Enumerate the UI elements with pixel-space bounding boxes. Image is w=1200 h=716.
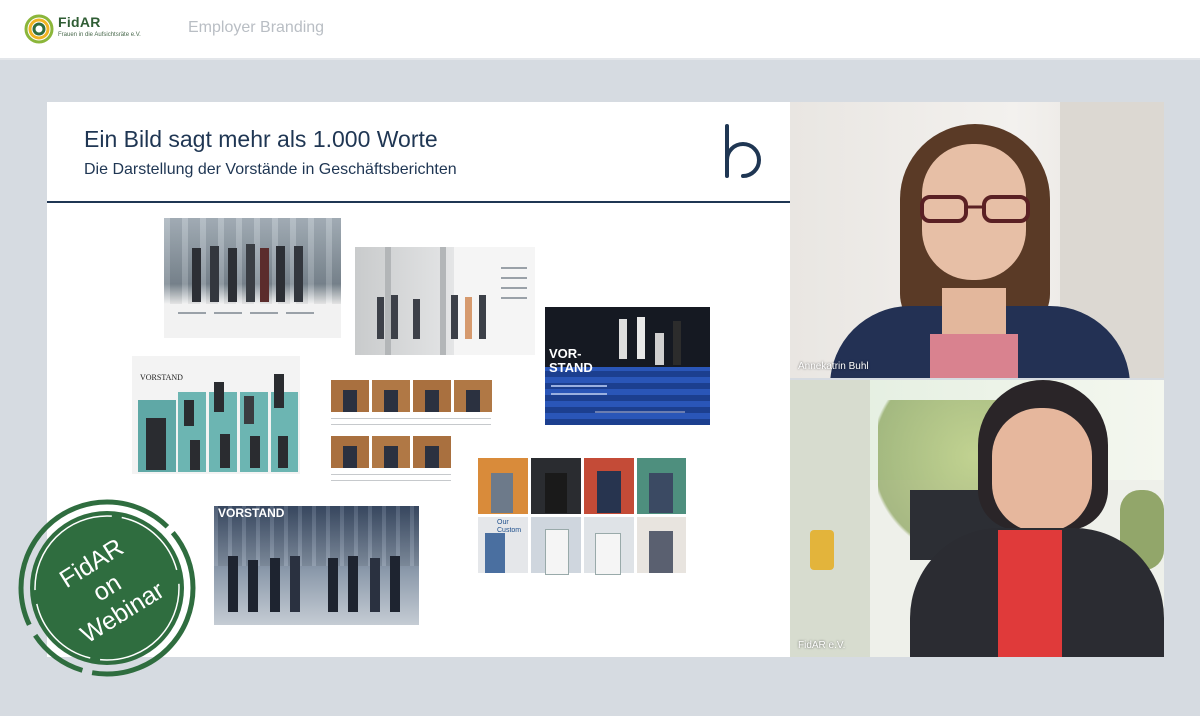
slide-divider bbox=[47, 201, 790, 203]
letter-b-logo-icon bbox=[725, 124, 762, 178]
report-thumbnail-2 bbox=[355, 247, 535, 355]
participant-video-2[interactable]: FidAR e.V. bbox=[790, 380, 1164, 657]
fidar-logo[interactable]: FidAR Frauen in die Aufsichtsräte e.V. bbox=[20, 10, 141, 48]
fidar-logo-icon bbox=[24, 14, 54, 44]
report-3-heading: VORSTAND bbox=[140, 373, 183, 382]
glasses-icon bbox=[920, 195, 1030, 223]
report-4-heading: VOR- STAND bbox=[549, 346, 593, 375]
report-7-heading: VORSTAND bbox=[218, 506, 285, 520]
logo-name: FidAR bbox=[58, 14, 101, 30]
slide-title: Ein Bild sagt mehr als 1.000 Worte bbox=[84, 126, 438, 152]
report-thumbnail-3: VORSTAND bbox=[132, 356, 300, 474]
logo-tagline: Frauen in die Aufsichtsräte e.V. bbox=[58, 32, 141, 38]
slide-subtitle: Die Darstellung der Vorstände in Geschäf… bbox=[84, 161, 457, 178]
participant-2-face bbox=[992, 408, 1092, 532]
report-thumbnail-7: VORSTAND bbox=[214, 506, 419, 625]
participant-2-name: FidAR e.V. bbox=[798, 640, 846, 651]
report-thumbnail-6: Our Custom bbox=[477, 457, 687, 575]
report-thumbnail-5 bbox=[329, 378, 496, 492]
report-thumbnail-1 bbox=[164, 218, 341, 338]
report-thumbnail-4: VOR- STAND bbox=[545, 307, 710, 425]
participant-video-1[interactable]: Annekatrin Buhl bbox=[790, 102, 1164, 378]
participant-1-name: Annekatrin Buhl bbox=[798, 361, 869, 372]
section-title: Employer Branding bbox=[188, 19, 325, 36]
fidar-webinar-badge: FidAR on Webinar bbox=[14, 495, 200, 681]
app-header: FidAR Frauen in die Aufsichtsräte e.V. E… bbox=[0, 0, 1200, 60]
